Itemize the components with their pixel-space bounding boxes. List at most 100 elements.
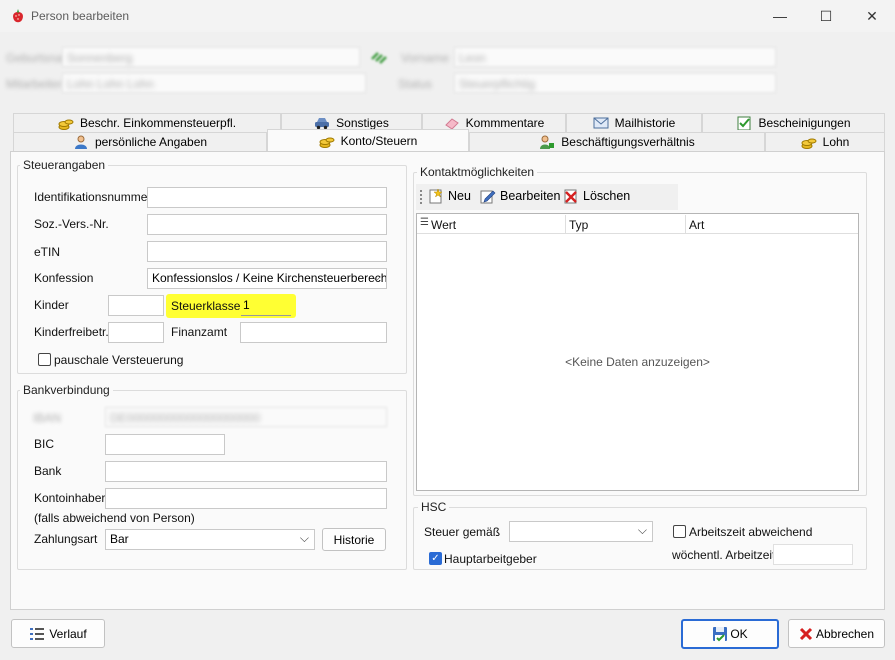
etin-input[interactable] — [147, 241, 387, 262]
edit-button[interactable]: Bearbeiten — [480, 188, 560, 204]
tab-bescheinigungen[interactable]: Bescheinigungen — [702, 113, 885, 132]
tab-label: Beschäftigungsverhältnis — [561, 135, 695, 149]
tab-konto-steuern[interactable]: Konto/Steuern — [267, 129, 469, 152]
column-separator[interactable] — [565, 215, 566, 233]
header-field-employee[interactable]: Lohn Lohn Lohn — [62, 73, 366, 93]
kinder-input[interactable] — [108, 295, 164, 316]
pauschal-checkbox[interactable] — [38, 353, 51, 366]
column-header-typ[interactable]: Typ — [569, 218, 588, 232]
bank-label: Bank — [34, 464, 62, 478]
car-icon — [314, 116, 330, 130]
zahlungsart-label: Zahlungsart — [34, 532, 98, 546]
list-icon — [30, 627, 45, 640]
ok-button-label: OK — [730, 627, 748, 641]
tab-label: persönliche Angaben — [94, 135, 208, 149]
abbrechen-button[interactable]: Abbrechen — [788, 619, 885, 648]
header-label-status: Status — [398, 77, 433, 91]
bic-input[interactable] — [105, 434, 225, 455]
id-label: Identifikationsnummer — [34, 190, 152, 204]
close-button[interactable]: ✕ — [849, 0, 895, 32]
edit-pencil-icon — [480, 190, 496, 204]
kontoinhaber-input[interactable] — [105, 488, 387, 509]
zahlungsart-select[interactable]: Bar — [105, 529, 315, 550]
hauptarbeitgeber-label: Hauptarbeitgeber — [444, 552, 537, 566]
header-label-employee: Mitarbeiter — [6, 77, 63, 91]
cancel-x-icon — [799, 627, 813, 640]
tab-label: Kommmentare — [465, 116, 545, 130]
new-button[interactable]: Neu — [428, 188, 471, 204]
pauschal-label: pauschale Versteuerung — [54, 353, 184, 367]
konfession-value: Konfessionslos / Keine Kirchensteuerbere… — [152, 271, 387, 285]
steuerangaben-legend: Steuerangaben — [20, 158, 109, 172]
tab-lohn[interactable]: Lohn — [765, 132, 885, 151]
iban-input[interactable]: DE00000000000000000000 — [105, 407, 387, 427]
coins-icon — [801, 135, 817, 149]
iban-value: DE00000000000000000000 — [110, 411, 261, 425]
user-money-icon — [539, 135, 555, 149]
eraser-icon — [444, 116, 460, 130]
column-separator[interactable] — [685, 215, 686, 233]
header-field-firstname[interactable]: Leon — [454, 47, 776, 67]
header-field-birthname[interactable]: Sonnenberg — [62, 47, 360, 67]
etin-label: eTIN — [34, 245, 61, 259]
tab-label: Mailhistorie — [614, 116, 676, 130]
mail-icon — [593, 116, 609, 130]
bic-label: BIC — [34, 437, 55, 451]
delete-button-label: Löschen — [583, 189, 631, 203]
konfession-select[interactable]: Konfessionslos / Keine Kirchensteuerbere… — [147, 268, 387, 289]
woechentl-arbeitszeit-label: wöchentl. Arbeitzeit — [672, 548, 776, 562]
steuer-gemaess-select[interactable] — [509, 521, 653, 542]
coins-icon — [319, 134, 335, 148]
tab-persoenliche-angaben[interactable]: persönliche Angaben — [13, 132, 267, 151]
ok-button[interactable]: OK — [681, 619, 779, 649]
delete-icon — [564, 189, 577, 204]
steuerklasse-input[interactable]: 1 — [241, 296, 291, 316]
header-label-firstname: Vorname — [401, 51, 450, 65]
minimize-button[interactable]: — — [757, 0, 803, 32]
header-field-status[interactable]: Steuerpflichtig — [454, 73, 776, 93]
tab-mailhistorie[interactable]: Mailhistorie — [566, 113, 702, 132]
verlauf-button[interactable]: Verlauf — [11, 619, 105, 648]
checklist-icon — [736, 116, 752, 131]
new-button-label: Neu — [448, 189, 471, 203]
iban-label: IBAN — [33, 411, 62, 425]
edit-button-label: Bearbeiten — [500, 189, 561, 203]
column-header-art[interactable]: Art — [689, 218, 704, 232]
kontoinhaber-note: (falls abweichend von Person) — [34, 511, 195, 525]
id-input[interactable] — [147, 187, 387, 208]
tab-label: Konto/Steuern — [340, 134, 418, 148]
sv-input[interactable] — [147, 214, 387, 235]
historie-button[interactable]: Historie — [322, 528, 386, 551]
tab-beschr-einkommensteuerpfl[interactable]: Beschr. Einkommensteuerpfl. — [13, 113, 281, 132]
arbeitszeit-checkbox[interactable] — [673, 525, 686, 538]
woechentl-arbeitszeit-input[interactable] — [773, 544, 853, 565]
tab-label: Beschr. Einkommensteuerpfl. — [79, 116, 237, 130]
column-header-wert[interactable]: Wert — [431, 218, 456, 232]
save-icon — [713, 627, 728, 642]
column-chooser-icon[interactable]: ☰ — [420, 218, 429, 228]
person-icon — [73, 135, 89, 149]
toolbar-grip[interactable] — [420, 190, 422, 204]
finanzamt-label: Finanzamt — [171, 325, 228, 339]
link-icon — [371, 52, 387, 64]
kinder-label: Kinder — [34, 298, 69, 312]
tab-beschaeftigungsverhaeltnis[interactable]: Beschäftigungsverhältnis — [469, 132, 765, 151]
kontakt-grid[interactable] — [416, 213, 859, 491]
finanzamt-input[interactable] — [240, 322, 387, 343]
maximize-button[interactable]: ☐ — [803, 0, 849, 32]
bankverbindung-legend: Bankverbindung — [20, 383, 113, 397]
tab-label: Lohn — [822, 135, 850, 149]
kinderfreibetr-input[interactable] — [108, 322, 164, 343]
konfession-label: Konfession — [34, 271, 94, 285]
kontoinhaber-label: Kontoinhaber — [34, 491, 106, 505]
window-title: Person bearbeiten — [31, 9, 130, 23]
header-value-status: Steuerpflichtig — [459, 77, 536, 91]
coins-icon — [58, 116, 74, 130]
delete-button[interactable]: Löschen — [563, 188, 630, 204]
bank-input[interactable] — [105, 461, 387, 482]
strawberry-app-icon — [13, 9, 23, 23]
tab-label: Bescheinigungen — [758, 116, 851, 130]
tab-label: Sonstiges — [336, 116, 389, 130]
hauptarbeitgeber-checkbox[interactable]: ✓ — [429, 552, 442, 565]
new-document-icon — [429, 188, 443, 204]
